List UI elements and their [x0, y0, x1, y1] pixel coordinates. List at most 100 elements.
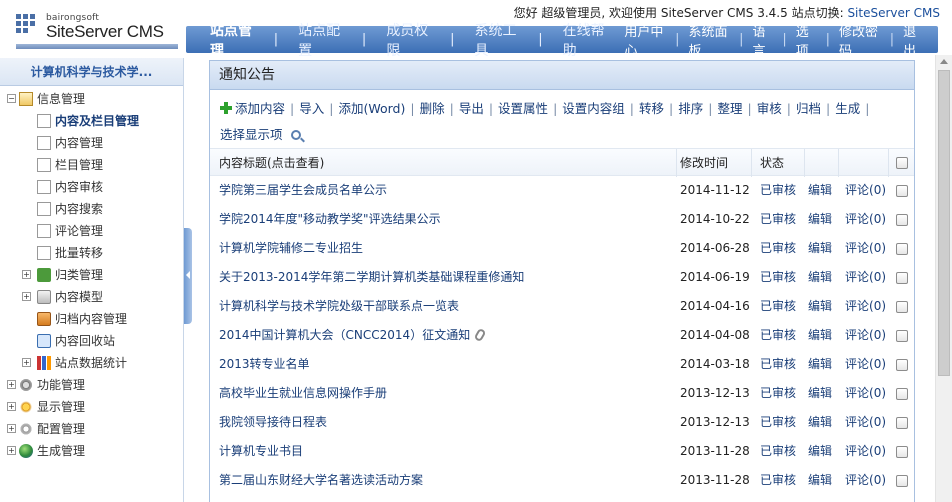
- vertical-scrollbar[interactable]: [935, 55, 952, 502]
- sidebar-item[interactable]: 批量转移: [0, 242, 183, 264]
- nav-user-center[interactable]: 用户中心: [616, 21, 674, 59]
- toolbar-button[interactable]: 审核: [757, 101, 782, 116]
- sidebar-item[interactable]: 评论管理: [0, 220, 183, 242]
- add-icon[interactable]: [220, 102, 232, 114]
- sidebar-item[interactable]: 栏目管理: [0, 154, 183, 176]
- sidebar-item[interactable]: 内容及栏目管理: [0, 110, 183, 132]
- sidebar-item[interactable]: + 显示管理: [0, 396, 183, 418]
- row-comment-link[interactable]: 评论(0): [845, 292, 886, 321]
- nav-system-panel[interactable]: 系统面板: [680, 21, 738, 59]
- sidebar-item[interactable]: + 配置管理: [0, 418, 183, 440]
- nav-logout[interactable]: 退出: [895, 21, 932, 59]
- row-checkbox[interactable]: [896, 185, 908, 197]
- row-checkbox[interactable]: [896, 330, 908, 342]
- toolbar-button[interactable]: 添加(Word): [338, 101, 405, 116]
- row-title-link[interactable]: 第二届山东财经大学名著选读活动方案: [219, 473, 423, 487]
- expand-icon[interactable]: +: [7, 402, 16, 411]
- sidebar-item[interactable]: 内容管理: [0, 132, 183, 154]
- row-edit-link[interactable]: 编辑: [808, 205, 832, 234]
- row-edit-link[interactable]: 编辑: [808, 321, 832, 350]
- row-checkbox[interactable]: [896, 417, 908, 429]
- row-edit-link[interactable]: 编辑: [808, 379, 832, 408]
- col-time-header[interactable]: 修改时间: [680, 149, 728, 177]
- expand-icon[interactable]: +: [22, 270, 31, 279]
- sidebar-site-name[interactable]: 计算机科学与技术学...: [0, 58, 183, 86]
- row-edit-link[interactable]: 编辑: [808, 408, 832, 437]
- toolbar-button[interactable]: 设置属性: [498, 101, 548, 116]
- row-title-link[interactable]: 计算机专业书目: [219, 444, 303, 458]
- scroll-up-icon[interactable]: [940, 59, 948, 64]
- row-title-link[interactable]: 计算机科学与技术学院处级干部联系点一览表: [219, 299, 459, 313]
- row-checkbox[interactable]: [896, 359, 908, 371]
- row-checkbox[interactable]: [896, 388, 908, 400]
- row-comment-link[interactable]: 评论(0): [845, 437, 886, 466]
- select-display-items-button[interactable]: 选择显示项: [220, 127, 283, 142]
- row-edit-link[interactable]: 编辑: [808, 292, 832, 321]
- row-edit-link[interactable]: 编辑: [808, 437, 832, 466]
- toolbar-button[interactable]: 转移: [639, 101, 664, 116]
- row-title-link[interactable]: 学院第三届学生会成员名单公示: [219, 183, 387, 197]
- toolbar-button[interactable]: 删除: [420, 101, 445, 116]
- row-comment-link[interactable]: 评论(0): [845, 321, 886, 350]
- nav-site-management[interactable]: 站点管理: [200, 20, 264, 60]
- nav-system-tools[interactable]: 系统工具: [464, 20, 528, 60]
- row-title-link[interactable]: 我院领导接待日程表: [219, 415, 327, 429]
- toolbar-button[interactable]: 归档: [796, 101, 821, 116]
- sidebar-item[interactable]: + 站点数据统计: [0, 352, 183, 374]
- search-icon[interactable]: [290, 130, 301, 140]
- nav-member-permissions[interactable]: 成员权限: [376, 20, 440, 60]
- sidebar-item[interactable]: + 内容模型: [0, 286, 183, 308]
- sidebar-item[interactable]: + 归类管理: [0, 264, 183, 286]
- select-all-checkbox[interactable]: [896, 157, 908, 169]
- row-comment-link[interactable]: 评论(0): [845, 205, 886, 234]
- col-title-header[interactable]: 内容标题(点击查看): [219, 149, 324, 177]
- row-title-link[interactable]: 关于2013-2014学年第二学期计算机类基础课程重修通知: [219, 270, 524, 284]
- sidebar-item[interactable]: + 生成管理: [0, 440, 183, 462]
- row-comment-link[interactable]: 评论(0): [845, 408, 886, 437]
- row-checkbox[interactable]: [896, 272, 908, 284]
- row-comment-link[interactable]: 评论(0): [845, 379, 886, 408]
- expand-icon[interactable]: +: [22, 358, 31, 367]
- row-checkbox[interactable]: [896, 214, 908, 226]
- expand-icon[interactable]: +: [7, 380, 16, 389]
- sidebar-item[interactable]: 内容审核: [0, 176, 183, 198]
- toolbar-button[interactable]: 添加内容: [235, 101, 285, 116]
- row-title-link[interactable]: 2013转专业名单: [219, 357, 310, 371]
- toolbar-button[interactable]: 生成: [835, 101, 860, 116]
- toolbar-button[interactable]: 整理: [717, 101, 742, 116]
- site-switch-link[interactable]: SiteServer CMS: [847, 6, 940, 20]
- row-edit-link[interactable]: 编辑: [808, 234, 832, 263]
- row-title-link[interactable]: 学院2014年度"移动教学奖"评选结果公示: [219, 212, 441, 226]
- row-checkbox[interactable]: [896, 243, 908, 255]
- sidebar-item[interactable]: + 功能管理: [0, 374, 183, 396]
- row-edit-link[interactable]: 编辑: [808, 176, 832, 205]
- row-checkbox[interactable]: [896, 301, 908, 313]
- row-comment-link[interactable]: 评论(0): [845, 263, 886, 292]
- scrollbar-thumb[interactable]: [938, 70, 950, 376]
- expand-icon[interactable]: +: [22, 292, 31, 301]
- nav-change-password[interactable]: 修改密码: [831, 21, 889, 59]
- sidebar-item[interactable]: − 信息管理: [0, 88, 183, 110]
- sidebar-item[interactable]: 内容搜索: [0, 198, 183, 220]
- row-checkbox[interactable]: [896, 475, 908, 487]
- row-comment-link[interactable]: 评论(0): [845, 350, 886, 379]
- toolbar-button[interactable]: 排序: [678, 101, 703, 116]
- toolbar-button[interactable]: 导出: [459, 101, 484, 116]
- expand-icon[interactable]: +: [7, 424, 16, 433]
- collapse-icon[interactable]: −: [7, 94, 16, 103]
- row-comment-link[interactable]: 评论(0): [845, 466, 886, 495]
- sidebar-collapse-handle[interactable]: [184, 228, 192, 324]
- row-comment-link[interactable]: 评论(0): [845, 234, 886, 263]
- row-edit-link[interactable]: 编辑: [808, 350, 832, 379]
- nav-site-config[interactable]: 站点配置: [288, 20, 352, 60]
- nav-online-help[interactable]: 在线帮助: [553, 20, 617, 60]
- sidebar-item[interactable]: 归档内容管理: [0, 308, 183, 330]
- sidebar-item[interactable]: 内容回收站: [0, 330, 183, 352]
- row-edit-link[interactable]: 编辑: [808, 466, 832, 495]
- row-title-link[interactable]: 2014中国计算机大会（CNCC2014）征文通知: [219, 328, 470, 342]
- nav-language[interactable]: 语言: [745, 21, 782, 59]
- row-edit-link[interactable]: 编辑: [808, 263, 832, 292]
- row-title-link[interactable]: 高校毕业生就业信息网操作手册: [219, 386, 387, 400]
- row-comment-link[interactable]: 评论(0): [845, 176, 886, 205]
- toolbar-button[interactable]: 导入: [299, 101, 324, 116]
